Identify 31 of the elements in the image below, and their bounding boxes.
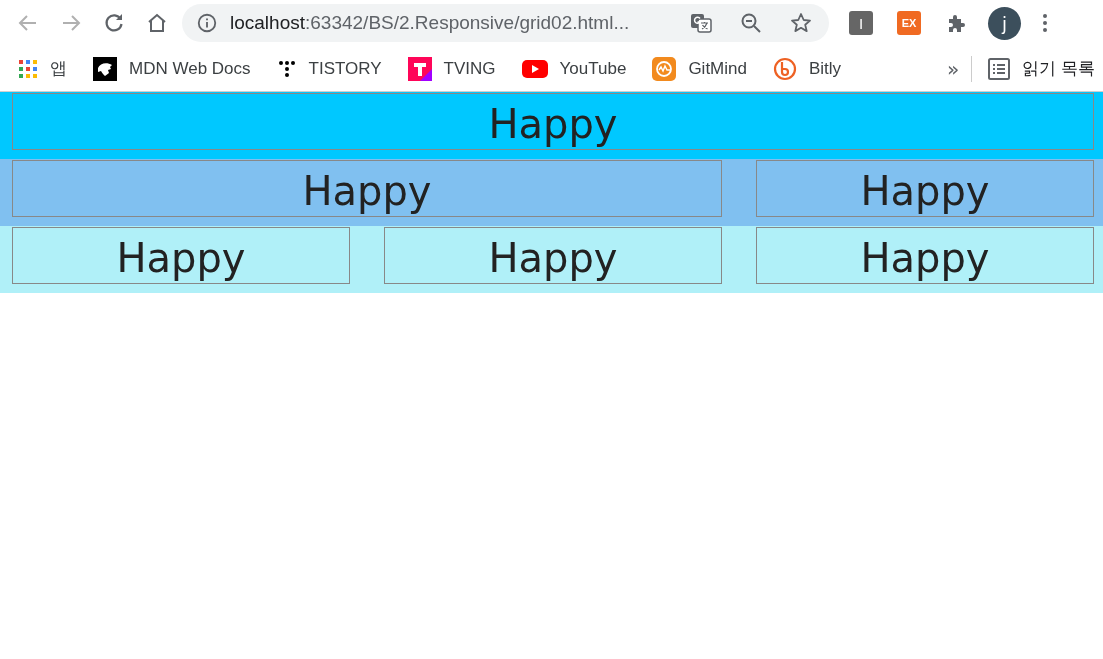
address-bar[interactable]: localhost:63342/BS/2.Responsive/grid02.html... bbox=[182, 4, 829, 42]
list-icon bbox=[988, 57, 1011, 80]
url-text: localhost:63342/BS/2.Responsive/grid02.html... bbox=[230, 12, 631, 34]
bookmark-item[interactable]: GitMind bbox=[652, 56, 747, 81]
menu-icon[interactable] bbox=[1041, 11, 1049, 35]
star-icon[interactable] bbox=[789, 11, 813, 35]
grid-cell: Happy bbox=[756, 227, 1094, 284]
bookmark-item[interactable]: MDN Web Docs bbox=[93, 56, 251, 81]
dots-icon bbox=[276, 58, 297, 79]
more-bookmarks-button[interactable]: » bbox=[947, 56, 960, 81]
grid-cell: Happy bbox=[756, 160, 1094, 217]
grid-cell: Happy bbox=[12, 93, 1094, 150]
bookmark-item[interactable]: 앱 bbox=[18, 57, 67, 80]
translate-icon[interactable] bbox=[689, 11, 713, 35]
extension-button[interactable]: I bbox=[849, 11, 873, 35]
profile-avatar[interactable]: j bbox=[988, 6, 1021, 40]
b-logo-icon bbox=[772, 56, 797, 81]
bookmark-item[interactable]: TVING bbox=[407, 56, 496, 81]
bookmark-item[interactable]: TISTORY bbox=[276, 58, 382, 79]
play-button-icon bbox=[521, 59, 548, 78]
bookmark-item[interactable]: YouTube bbox=[521, 58, 627, 79]
apps-grid-icon bbox=[18, 58, 38, 79]
circle-logo-icon bbox=[652, 56, 677, 81]
t-logo-icon bbox=[407, 56, 432, 81]
grid-cell: Happy bbox=[12, 160, 722, 217]
info-icon[interactable] bbox=[196, 12, 218, 34]
grid-cell: Happy bbox=[12, 227, 350, 284]
bookmark-item[interactable]: Bitly bbox=[772, 56, 842, 81]
reading-list-button[interactable]: 읽기 목록 bbox=[988, 57, 1095, 80]
zoom-out-icon[interactable] bbox=[739, 11, 763, 35]
grid-cell: Happy bbox=[384, 227, 722, 284]
